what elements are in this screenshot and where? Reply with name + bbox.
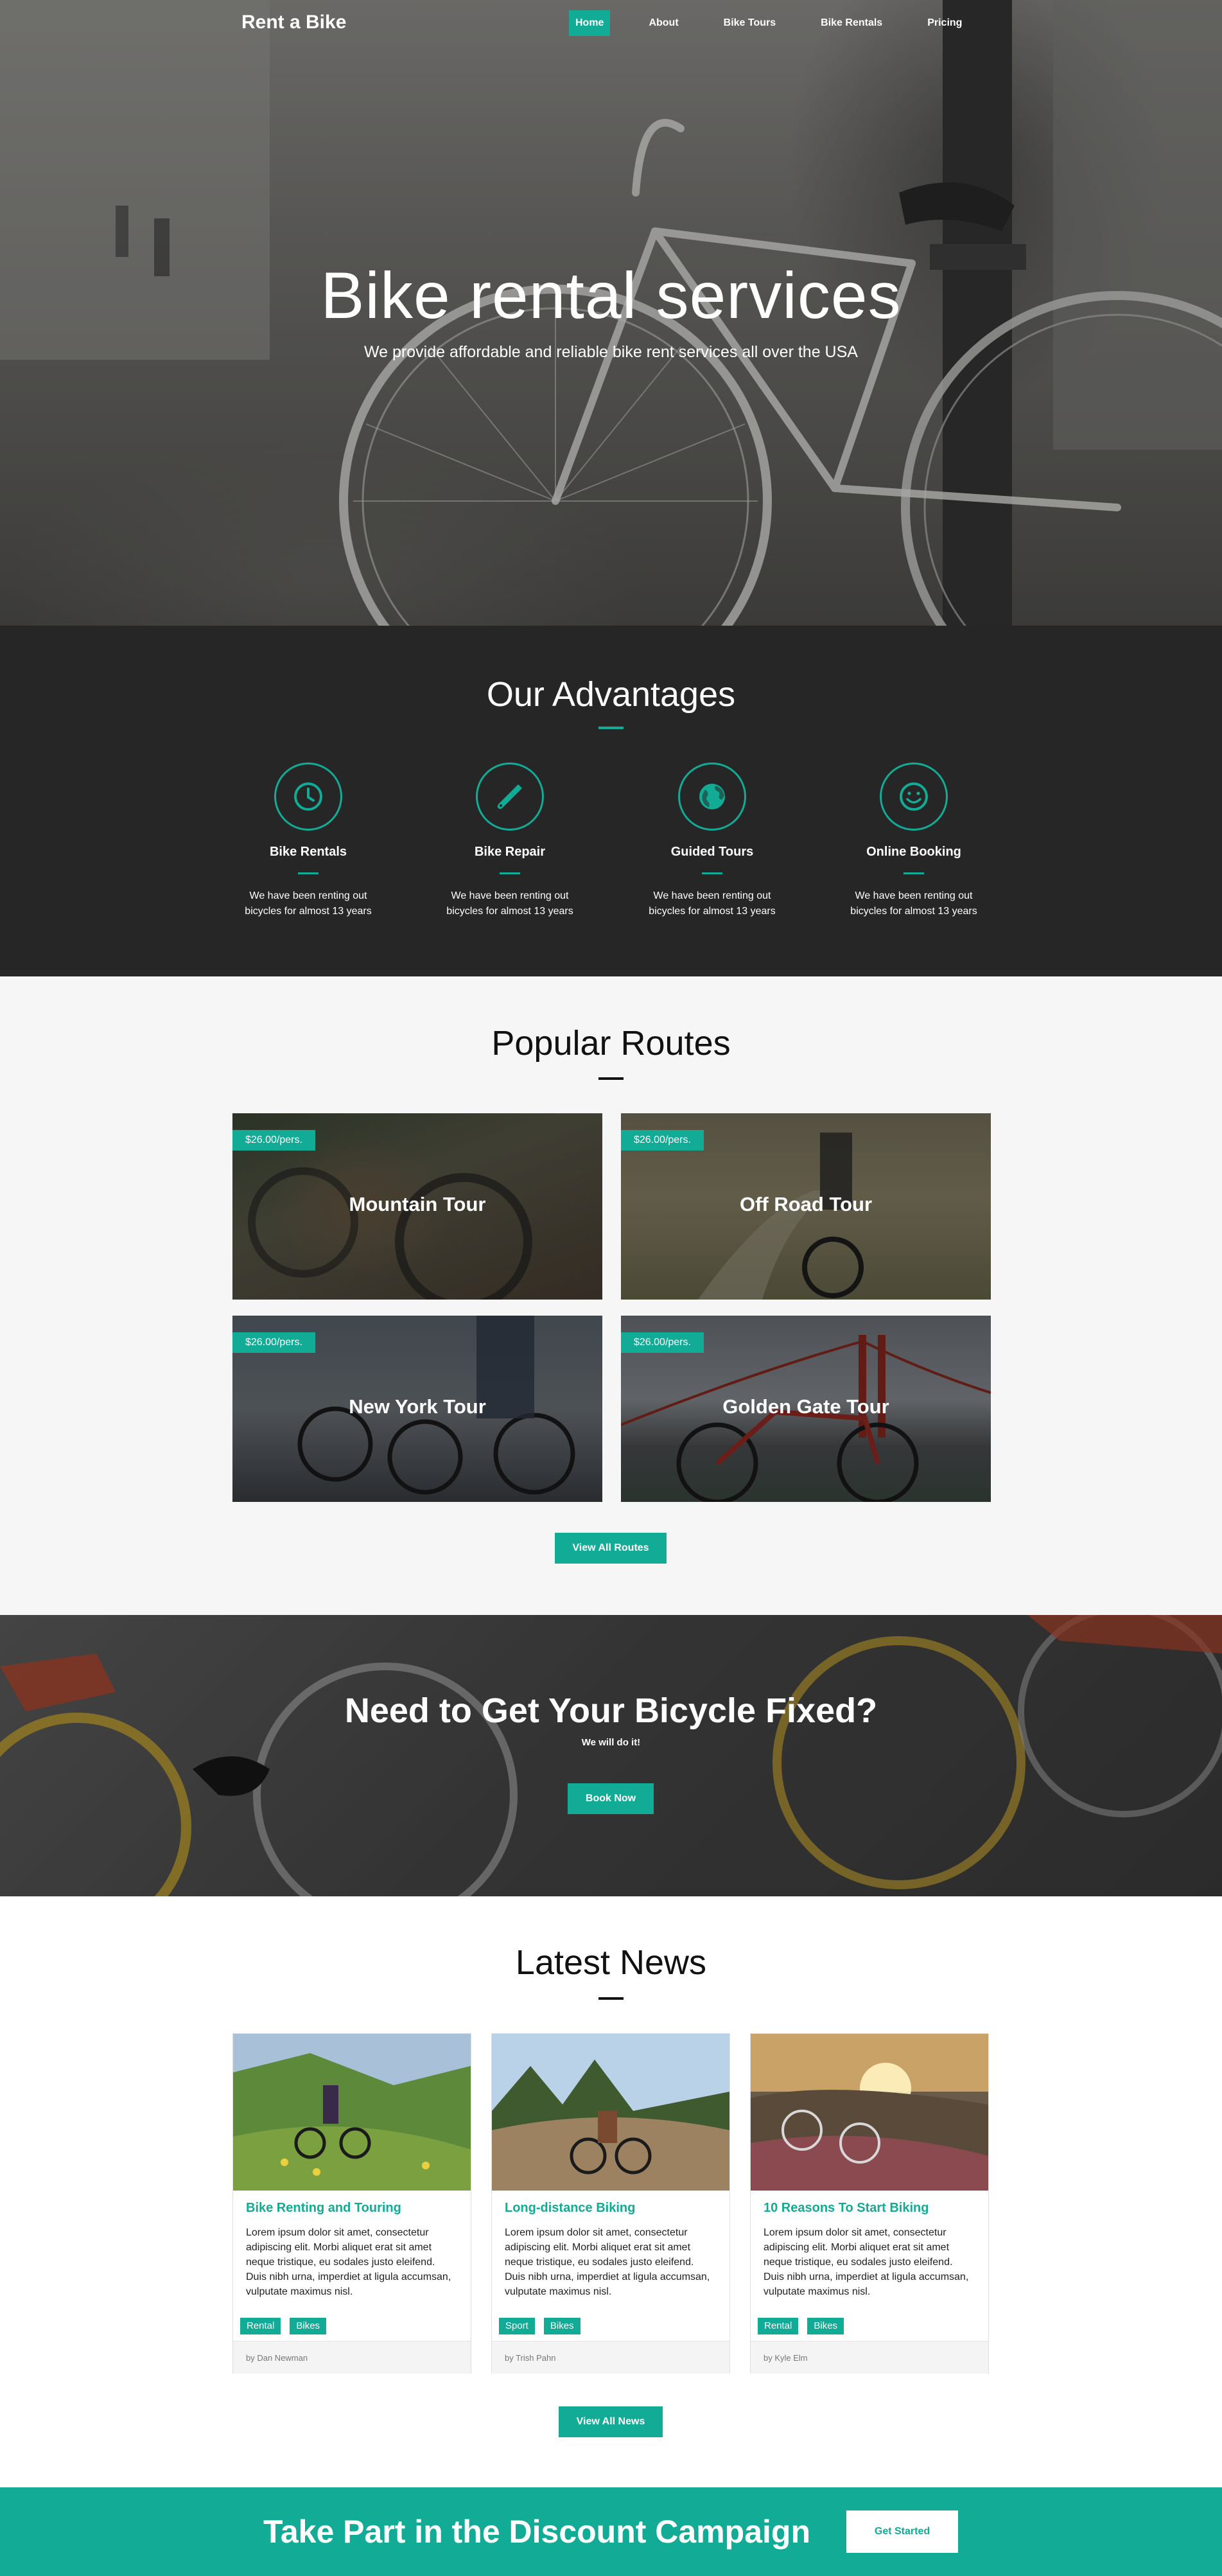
news-card: Long-distance Biking Lorem ipsum dolor s… — [491, 2033, 730, 2374]
brand-logo[interactable]: Rent a Bike — [241, 12, 346, 33]
advantage-divider — [903, 872, 924, 874]
news-card-footer: by Kyle Elm — [751, 2341, 988, 2374]
get-started-button[interactable]: Get Started — [846, 2510, 958, 2553]
tag-bikes[interactable]: Bikes — [543, 2318, 580, 2334]
hero-title: Bike rental services — [320, 259, 902, 332]
route-price-badge: $26.00/pers. — [232, 1332, 315, 1353]
advantage-text: We have been renting out bicycles for al… — [446, 890, 573, 917]
news-tags: Sport Bikes — [499, 2318, 580, 2334]
view-all-news-button[interactable]: View All News — [559, 2406, 663, 2437]
advantage-icon-circle — [476, 763, 544, 831]
route-card-golden-gate[interactable]: $26.00/pers. Golden Gate Tour — [621, 1316, 991, 1502]
tag-bikes[interactable]: Bikes — [290, 2318, 327, 2334]
nav-item-about[interactable]: About — [642, 10, 685, 36]
title-underline — [598, 1077, 624, 1080]
news-headline[interactable]: Long-distance Biking — [505, 2201, 635, 2216]
title-underline — [598, 727, 624, 729]
tag-rental[interactable]: Rental — [758, 2318, 799, 2334]
advantage-item: Bike Repair We have been renting out bic… — [433, 763, 587, 919]
news-excerpt: Lorem ipsum dolor sit amet, consectetur … — [246, 2227, 451, 2297]
globe-icon — [699, 784, 725, 809]
advantage-name: Bike Repair — [474, 845, 546, 859]
news-image[interactable] — [233, 2034, 471, 2191]
tag-bikes[interactable]: Bikes — [807, 2318, 844, 2334]
latest-news-section: Latest News Bike Renting and Touring Lor… — [0, 1896, 1222, 2487]
news-tags: Rental Bikes — [240, 2318, 327, 2334]
news-excerpt: Lorem ipsum dolor sit amet, consectetur … — [505, 2227, 710, 2297]
route-card-off-road[interactable]: $26.00/pers. Off Road Tour — [621, 1113, 991, 1300]
advantage-name: Bike Rentals — [269, 845, 347, 859]
route-price-badge: $26.00/pers. — [232, 1130, 315, 1151]
news-author: by Kyle Elm — [764, 2353, 808, 2363]
advantage-item: Online Booking We have been renting out … — [837, 763, 991, 919]
news-image[interactable] — [492, 2034, 729, 2191]
nav-item-home[interactable]: Home — [569, 10, 611, 36]
repair-banner-subtitle: We will do it! — [581, 1737, 641, 1748]
clock-icon — [294, 782, 322, 811]
repair-banner-section: Need to Get Your Bicycle Fixed? We will … — [0, 1615, 1222, 1896]
tag-rental[interactable]: Rental — [240, 2318, 281, 2334]
route-name: Mountain Tour — [349, 1193, 486, 1215]
smiley-icon — [900, 782, 928, 811]
advantage-icon-circle — [678, 763, 746, 831]
news-headline[interactable]: Bike Renting and Touring — [246, 2201, 401, 2216]
news-author: by Trish Pahn — [505, 2353, 556, 2363]
advantage-icon-circle — [880, 763, 948, 831]
hero-section: Rent a Bike Home About Bike Tours Bike R… — [0, 0, 1222, 626]
route-name: New York Tour — [349, 1395, 486, 1418]
news-image[interactable] — [751, 2034, 988, 2191]
advantages-section: Our Advantages Bike Rentals We have been… — [0, 626, 1222, 976]
nav-item-pricing[interactable]: Pricing — [921, 10, 968, 36]
route-price-badge: $26.00/pers. — [621, 1130, 704, 1151]
route-name: Golden Gate Tour — [722, 1395, 889, 1418]
nav-item-bike-rentals[interactable]: Bike Rentals — [814, 10, 889, 36]
news-card-footer: by Dan Newman — [233, 2341, 471, 2374]
top-navbar: Rent a Bike Home About Bike Tours Bike R… — [0, 0, 1222, 45]
advantage-item: Bike Rentals We have been renting out bi… — [231, 763, 385, 919]
news-card: 10 Reasons To Start Biking Lorem ipsum d… — [750, 2033, 989, 2374]
route-price-badge: $26.00/pers. — [621, 1332, 704, 1353]
route-card-new-york[interactable]: $26.00/pers. New York Tour — [232, 1316, 602, 1502]
repair-banner-title: Need to Get Your Bicycle Fixed? — [344, 1691, 878, 1730]
view-all-routes-button[interactable]: View All Routes — [555, 1533, 667, 1564]
news-tags: Rental Bikes — [758, 2318, 844, 2334]
advantage-name: Online Booking — [866, 845, 961, 859]
advantages-title: Our Advantages — [486, 675, 736, 714]
advantage-divider — [500, 872, 520, 874]
campaign-title: Take Part in the Discount Campaign — [263, 2514, 811, 2550]
discount-campaign-section: Take Part in the Discount Campaign Get S… — [0, 2487, 1222, 2576]
wrench-icon — [497, 784, 522, 809]
advantage-divider — [702, 872, 722, 874]
news-excerpt: Lorem ipsum dolor sit amet, consectetur … — [764, 2227, 969, 2297]
news-title: Latest News — [515, 1943, 707, 1982]
advantage-text: We have been renting out bicycles for al… — [245, 890, 372, 917]
news-author: by Dan Newman — [246, 2353, 308, 2363]
routes-title: Popular Routes — [491, 1024, 731, 1063]
nav-menu: Home About Bike Tours Bike Rentals Prici… — [569, 10, 1000, 36]
nav-item-bike-tours[interactable]: Bike Tours — [717, 10, 783, 36]
route-name: Off Road Tour — [739, 1193, 873, 1215]
advantage-item: Guided Tours We have been renting out bi… — [635, 763, 789, 919]
advantage-icon-circle — [274, 763, 342, 831]
advantage-text: We have been renting out bicycles for al… — [649, 890, 776, 917]
news-card-footer: by Trish Pahn — [492, 2341, 729, 2374]
popular-routes-section: Popular Routes $26.00/pers. Mountain Tou… — [0, 976, 1222, 1615]
route-card-mountain[interactable]: $26.00/pers. Mountain Tour — [232, 1113, 602, 1300]
tag-sport[interactable]: Sport — [499, 2318, 535, 2334]
book-now-button[interactable]: Book Now — [568, 1783, 654, 1814]
advantage-text: We have been renting out bicycles for al… — [850, 890, 977, 917]
advantage-divider — [298, 872, 319, 874]
advantage-name: Guided Tours — [670, 845, 754, 859]
hero-subtitle: We provide affordable and reliable bike … — [364, 343, 858, 361]
news-card: Bike Renting and Touring Lorem ipsum dol… — [232, 2033, 471, 2374]
news-headline[interactable]: 10 Reasons To Start Biking — [764, 2201, 929, 2216]
title-underline — [598, 1997, 624, 2000]
